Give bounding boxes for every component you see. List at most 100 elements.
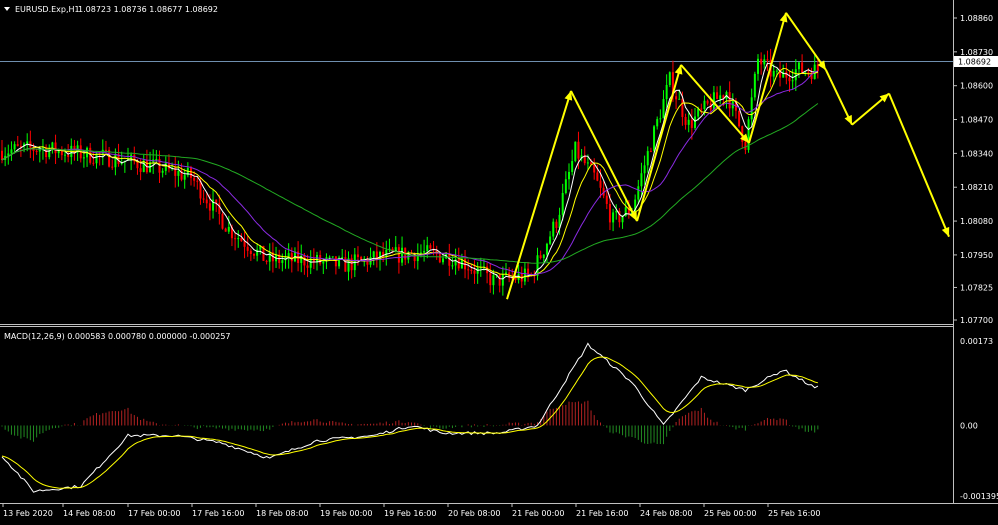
candle-body <box>208 203 211 211</box>
candle-body <box>224 228 227 232</box>
time-tick-label: 17 Feb 16:00 <box>192 509 244 518</box>
candle-body <box>331 256 334 258</box>
candle-body <box>561 193 564 215</box>
candle-body <box>356 254 359 258</box>
candle-body <box>586 162 589 164</box>
candle-body <box>306 265 309 268</box>
candle-body <box>164 162 167 171</box>
candle-body <box>577 141 580 159</box>
macd-chart-area[interactable] <box>0 326 998 503</box>
ohlc-values: 1.08723 1.08736 1.08677 1.08692 <box>78 5 218 14</box>
candle-body <box>675 96 678 100</box>
candle-body <box>334 256 337 267</box>
current-price-tag: 1.08692 <box>958 58 991 67</box>
price-tick-label: 1.08470 <box>960 116 993 125</box>
candle-body <box>501 273 504 286</box>
time-tick-label: 19 Feb 16:00 <box>384 509 436 518</box>
candle-body <box>183 175 186 180</box>
candle-body <box>205 199 208 204</box>
candle-body <box>423 251 426 253</box>
candle-body <box>473 270 476 274</box>
candle-body <box>599 180 602 188</box>
candle-body <box>82 157 85 159</box>
candle-body <box>139 168 142 172</box>
candle-body <box>196 180 199 182</box>
candle-body <box>738 110 741 127</box>
candle-body <box>470 269 473 271</box>
candle-body <box>177 170 180 176</box>
candle-body <box>605 195 608 204</box>
chart-root[interactable]: 1.08860 1.08730 1.08600 1.08470 1.08340 1.082… <box>0 0 998 521</box>
time-tick-label: 19 Feb 00:00 <box>320 509 372 518</box>
time-tick-label: 13 Feb 2020 <box>3 509 53 518</box>
candle-body <box>646 151 649 166</box>
candle-body <box>571 161 574 172</box>
candle-body <box>552 221 555 237</box>
candle-body <box>38 149 41 152</box>
candle-body <box>744 141 747 150</box>
candle-body <box>797 62 800 70</box>
candle-body <box>656 119 659 127</box>
candle-body <box>665 84 668 100</box>
candle-body <box>492 275 495 286</box>
candle-body <box>303 255 306 266</box>
time-tick-label: 17 Feb 00:00 <box>128 509 180 518</box>
candle-body <box>681 98 684 118</box>
candle-body <box>763 59 766 65</box>
candle-body <box>649 151 652 153</box>
time-tick-label: 25 Feb 00:00 <box>704 509 756 518</box>
candle-body <box>237 238 240 240</box>
candle-body <box>1 150 3 160</box>
candle-body <box>807 71 810 73</box>
candle-body <box>372 251 375 258</box>
candle-body <box>104 149 107 151</box>
candle-body <box>155 158 158 160</box>
candle-body <box>750 97 753 120</box>
candle-body <box>319 255 322 264</box>
candle-body <box>240 238 243 242</box>
candle-body <box>13 144 16 150</box>
candle-body <box>16 144 19 146</box>
candle-body <box>527 268 530 275</box>
candle-body <box>596 172 599 181</box>
candle-body <box>659 118 662 120</box>
candle-body <box>35 150 38 152</box>
time-tick-label: 18 Feb 08:00 <box>256 509 308 518</box>
candle-body <box>322 261 325 264</box>
candle-body <box>114 154 117 168</box>
candle-body <box>706 100 709 104</box>
candle-body <box>772 70 775 77</box>
candle-body <box>401 247 404 263</box>
candle-body <box>227 226 230 232</box>
candle-body <box>328 256 331 258</box>
candle-body <box>442 258 444 263</box>
price-tick-label: 1.07825 <box>960 283 993 292</box>
candle-body <box>426 245 429 252</box>
candle-body <box>728 92 731 109</box>
time-tick-label: 25 Feb 16:00 <box>768 509 820 518</box>
candle-body <box>523 268 526 282</box>
candle-body <box>202 198 205 200</box>
macd-title: MACD(12,26,9) 0.000583 0.000780 0.000000… <box>4 332 231 341</box>
candle-body <box>775 70 778 72</box>
candle-body <box>542 254 545 259</box>
candle-body <box>243 241 246 247</box>
symbol-title: EURUSD.Exp,H1 <box>15 5 80 14</box>
price-tick-label: 1.07700 <box>960 316 993 325</box>
candle-body <box>766 59 769 61</box>
candle-body <box>690 119 693 128</box>
candle-body <box>703 100 706 110</box>
price-tick-label: 1.07950 <box>960 251 993 260</box>
macd-tick-label: 0.00 <box>960 421 978 430</box>
candle-body <box>265 260 268 262</box>
candle-body <box>700 108 703 110</box>
candle-body <box>95 153 98 164</box>
candle-body <box>536 255 539 276</box>
candle-body <box>419 252 422 254</box>
candle-body <box>662 99 665 119</box>
macd-tick-label: -0.001395 <box>960 492 998 501</box>
candle-body <box>218 203 221 215</box>
candle-body <box>684 117 687 125</box>
time-tick-label: 20 Feb 08:00 <box>448 509 500 518</box>
candle-body <box>549 236 552 244</box>
